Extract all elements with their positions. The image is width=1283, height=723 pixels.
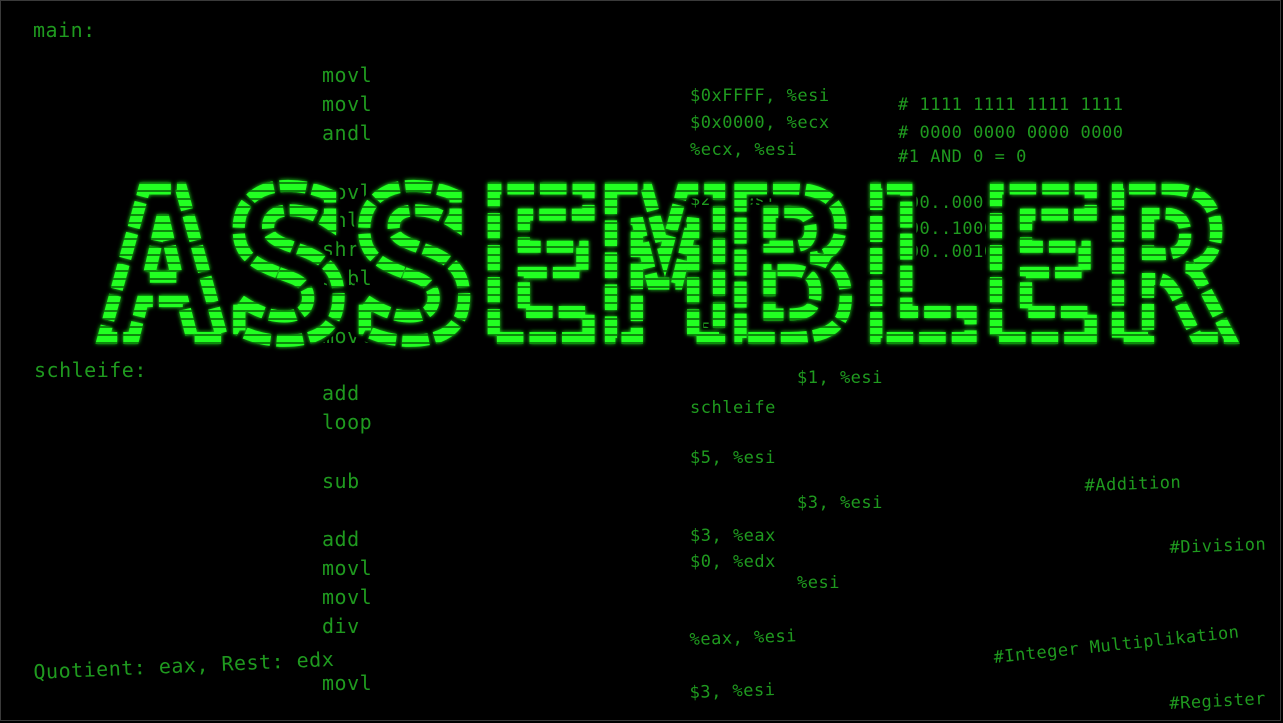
title-text: ASSEMBLER (100, 168, 1231, 358)
operand: $3, %esi (689, 680, 776, 704)
comment: #1 AND 0 = 0 (898, 147, 1027, 167)
operand: %ecx, %esi (690, 140, 798, 160)
instruction: sub (322, 469, 360, 493)
title-banner: ASSEMBLER ASSEMBLER (90, 139, 1241, 397)
operand: $0x0000, %ecx (690, 113, 830, 133)
comment: # 1111 1111 1111 1111 (898, 95, 1124, 115)
instruction: movl (322, 585, 373, 609)
instruction: movl (322, 63, 373, 87)
operand: $0, %edx (690, 552, 776, 572)
operand: schleife (690, 398, 776, 418)
operand: %esi (797, 573, 840, 593)
operand: $1, %esi (797, 368, 883, 388)
operand: %eax, %esi (689, 626, 798, 651)
operand: $3, %eax (690, 526, 776, 546)
instruction: add (322, 381, 360, 405)
instruction: movl (322, 92, 373, 116)
label-main: main: (33, 18, 96, 42)
label-schleife: schleife: (34, 358, 147, 382)
comment: # 0000 0000 0000 0000 (898, 123, 1124, 143)
comment: #Register (1168, 688, 1267, 715)
instruction: add (322, 527, 360, 551)
comment: #Division (1169, 534, 1267, 559)
instruction: movl (322, 556, 373, 580)
instruction: loop (322, 410, 373, 434)
operand: $3, %esi (797, 493, 883, 513)
instruction: andl (322, 121, 373, 145)
comment: #Addition (1084, 472, 1182, 497)
operand: $5, %esi (690, 448, 776, 468)
instruction: div (322, 614, 360, 638)
instruction: movl (322, 671, 373, 695)
operand: $0xFFFF, %esi (690, 86, 830, 106)
